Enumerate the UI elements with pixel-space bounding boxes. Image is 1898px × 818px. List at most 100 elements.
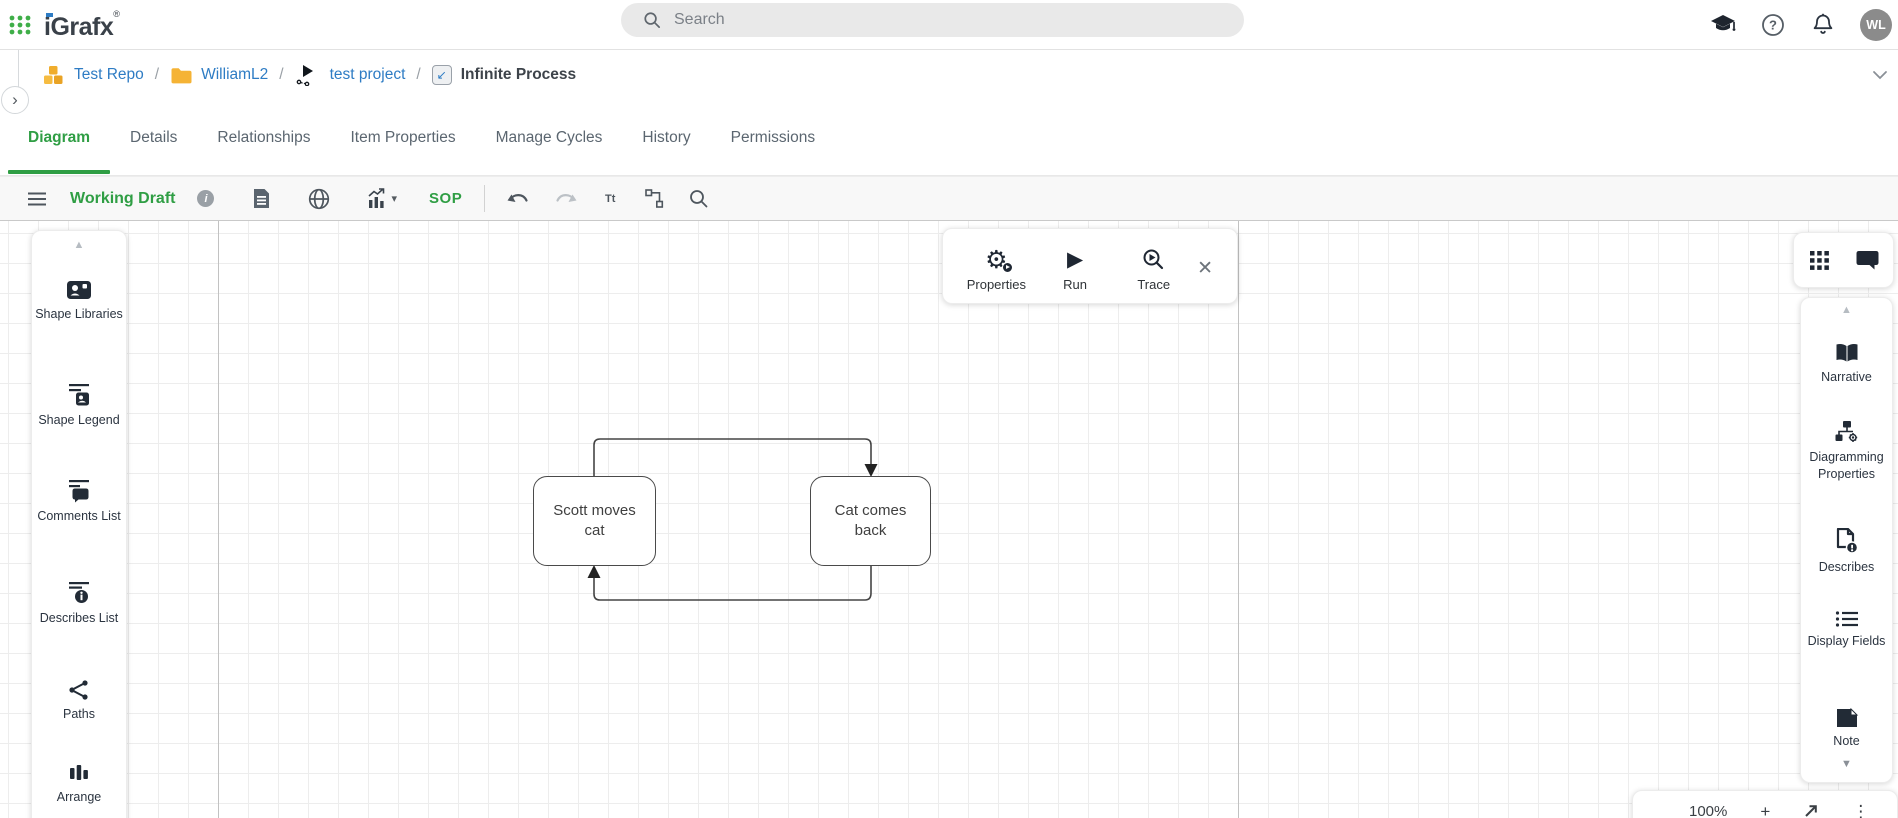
global-search[interactable] bbox=[621, 3, 1244, 37]
comments-list-icon bbox=[67, 479, 91, 503]
arrange-button[interactable]: Arrange bbox=[32, 764, 126, 806]
zoom-in-button[interactable]: + bbox=[1760, 803, 1770, 818]
connector-top bbox=[594, 439, 871, 476]
sop-button[interactable]: SOP bbox=[429, 190, 462, 207]
redo-button[interactable] bbox=[553, 185, 577, 213]
diagram-canvas[interactable]: Scott moves cat Cat comes back bbox=[0, 221, 1898, 818]
paths-icon bbox=[68, 679, 90, 701]
close-toolbar-button[interactable]: ✕ bbox=[1193, 253, 1217, 284]
breadcrumb-expand-button[interactable] bbox=[1872, 67, 1888, 85]
shape-libraries-button[interactable]: Shape Libraries bbox=[32, 279, 126, 323]
play-icon: ▶ bbox=[1067, 249, 1083, 271]
notifications-button[interactable] bbox=[1810, 12, 1836, 38]
project-icon bbox=[295, 64, 321, 86]
narrative-button[interactable]: Narrative bbox=[1801, 342, 1892, 386]
note-icon bbox=[1835, 708, 1859, 728]
page-boundary-right bbox=[1238, 221, 1239, 818]
run-label: Run bbox=[1063, 277, 1087, 292]
left-tool-panel: ▲ Shape Libraries Shape Legend bbox=[31, 230, 127, 818]
breadcrumb-separator: / bbox=[277, 66, 285, 84]
diagram-shape-scott-moves-cat[interactable]: Scott moves cat bbox=[533, 476, 656, 566]
properties-label: Properties bbox=[967, 277, 1026, 292]
app-launcher-button[interactable] bbox=[8, 13, 32, 37]
gear-icon: ⚙ bbox=[985, 248, 1007, 272]
text-tool-button[interactable]: Tt bbox=[599, 185, 621, 213]
caret-down-icon: ▾ bbox=[391, 192, 397, 205]
properties-button[interactable]: ⚙ Properties bbox=[957, 245, 1036, 292]
repository-cubes-icon bbox=[42, 65, 65, 86]
trace-button[interactable]: Trace bbox=[1114, 245, 1193, 292]
user-avatar[interactable]: WL bbox=[1860, 9, 1892, 41]
folder-icon bbox=[170, 66, 192, 85]
zoom-tool-button[interactable] bbox=[687, 185, 709, 213]
undo-button[interactable] bbox=[507, 185, 531, 213]
header-actions: ? WL bbox=[1710, 0, 1892, 50]
scroll-down-button[interactable]: ▼ bbox=[1801, 758, 1892, 770]
tab-history[interactable]: History bbox=[622, 100, 710, 176]
breadcrumb-item-test-repo[interactable]: Test Repo bbox=[74, 66, 144, 84]
magnifier-icon bbox=[689, 189, 708, 208]
tab-relationships[interactable]: Relationships bbox=[197, 100, 330, 176]
web-view-button[interactable] bbox=[308, 185, 330, 213]
help-button[interactable]: ? bbox=[1760, 12, 1786, 38]
display-fields-button[interactable]: Display Fields bbox=[1801, 610, 1892, 650]
expand-icon bbox=[1803, 803, 1819, 818]
scroll-up-button[interactable]: ▲ bbox=[32, 239, 126, 251]
right-view-toggle bbox=[1793, 232, 1894, 288]
shape-legend-label: Shape Legend bbox=[33, 412, 125, 429]
igrafx-logo: iGrafx® bbox=[44, 9, 119, 42]
diagram-menu-button[interactable] bbox=[26, 185, 48, 213]
shape-libraries-label: Shape Libraries bbox=[33, 306, 125, 323]
scroll-up-button[interactable]: ▲ bbox=[1801, 304, 1892, 316]
comments-view-button[interactable] bbox=[1856, 250, 1879, 271]
plus-icon: + bbox=[1760, 803, 1770, 818]
text-tool-glyph: Tt bbox=[605, 193, 615, 205]
expand-sidebar-button[interactable]: › bbox=[1, 86, 29, 114]
breadcrumb: Test Repo / WilliamL2 / test project / ↙… bbox=[42, 50, 576, 100]
diagram-shape-cat-comes-back[interactable]: Cat comes back bbox=[810, 476, 931, 566]
describes-button[interactable]: Describes bbox=[1801, 528, 1892, 576]
diagramming-properties-button[interactable]: Diagramming Properties bbox=[1801, 420, 1892, 483]
redo-icon bbox=[553, 191, 577, 207]
logo-text: iGrafx bbox=[44, 13, 113, 41]
note-button[interactable]: Note bbox=[1801, 708, 1892, 750]
academy-button[interactable] bbox=[1710, 12, 1736, 38]
comments-list-button[interactable]: Comments List bbox=[32, 479, 126, 525]
breadcrumb-item-test-project[interactable]: test project bbox=[330, 66, 406, 84]
shape-legend-button[interactable]: Shape Legend bbox=[32, 383, 126, 429]
zoom-level[interactable]: 100% bbox=[1689, 803, 1727, 818]
arrange-icon bbox=[69, 764, 89, 784]
describes-list-label: Describes List bbox=[33, 610, 125, 627]
svg-text:?: ? bbox=[1769, 18, 1777, 33]
tab-details[interactable]: Details bbox=[110, 100, 197, 176]
connector-layer bbox=[0, 221, 1898, 818]
connector-tool-button[interactable] bbox=[643, 185, 665, 213]
fit-to-screen-button[interactable] bbox=[1803, 803, 1819, 818]
breadcrumb-separator: / bbox=[414, 66, 422, 84]
grid-icon bbox=[1809, 250, 1830, 271]
narrative-icon bbox=[1834, 342, 1860, 364]
describes-list-button[interactable]: Describes List bbox=[32, 581, 126, 627]
bell-icon bbox=[1812, 13, 1834, 37]
run-button[interactable]: ▶ Run bbox=[1036, 245, 1115, 292]
display-fields-label: Display Fields bbox=[1801, 633, 1893, 650]
breadcrumb-row: Test Repo / WilliamL2 / test project / ↙… bbox=[0, 50, 1898, 100]
document-view-button[interactable] bbox=[250, 185, 272, 213]
toolbar-divider bbox=[484, 185, 485, 212]
diagram-icon: ↙ bbox=[432, 65, 452, 85]
chat-bubble-icon bbox=[1856, 250, 1879, 271]
tab-manage-cycles[interactable]: Manage Cycles bbox=[476, 100, 623, 176]
more-options-button[interactable]: ⋮ bbox=[1852, 803, 1869, 818]
performance-dropdown-button[interactable]: ▾ bbox=[366, 185, 397, 213]
kebab-icon: ⋮ bbox=[1852, 803, 1869, 818]
trace-label: Trace bbox=[1137, 277, 1170, 292]
version-selector[interactable]: Working Draft bbox=[70, 190, 175, 208]
search-input[interactable] bbox=[674, 11, 1194, 29]
breadcrumb-item-williaml2[interactable]: WilliamL2 bbox=[201, 66, 268, 84]
diagramming-properties-label: Diagramming Properties bbox=[1801, 449, 1893, 483]
tab-permissions[interactable]: Permissions bbox=[711, 100, 835, 176]
tab-item-properties[interactable]: Item Properties bbox=[330, 100, 475, 176]
version-info-icon[interactable]: i bbox=[197, 190, 214, 207]
grid-view-button[interactable] bbox=[1809, 250, 1830, 271]
paths-button[interactable]: Paths bbox=[32, 679, 126, 723]
